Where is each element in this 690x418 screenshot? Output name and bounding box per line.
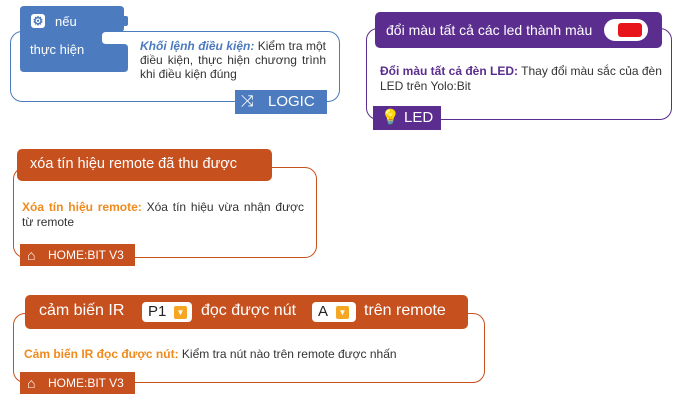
clear-remote-category-tag: ⌂ HOME:BIT V3 xyxy=(20,244,135,266)
ir-sensor-description-text: Kiểm tra nút nào trên remote được nhấn xyxy=(178,347,397,361)
ir-sensor-category-label: HOME:BIT V3 xyxy=(48,376,124,390)
led-block-label: đổi màu tất cả các led thành màu xyxy=(386,22,593,38)
led-category-label: LED xyxy=(404,109,434,126)
ir-sensor-label: cảm biến IR xyxy=(39,302,125,319)
color-swatch[interactable] xyxy=(618,23,642,37)
logic-category-tag: ⤨ LOGIC xyxy=(235,90,327,114)
led-category-tag: 💡 LED xyxy=(373,106,441,130)
port-dropdown-value: P1 xyxy=(148,303,167,320)
do-label: thực hiện xyxy=(30,42,85,57)
logic-description: Khối lệnh điều kiện: Kiểm tra một điều k… xyxy=(140,39,326,81)
chevron-down-icon[interactable]: ▼ xyxy=(174,306,187,319)
lightbulb-icon: 💡 xyxy=(381,109,400,126)
logic-category-label: LOGIC xyxy=(268,93,315,110)
ir-read-label: đọc được nút xyxy=(201,302,297,319)
clear-remote-category-label: HOME:BIT V3 xyxy=(48,248,124,262)
clear-remote-block-label: xóa tín hiệu remote đã thu được xyxy=(30,156,238,172)
chevron-down-icon[interactable]: ▼ xyxy=(336,306,349,319)
ir-remote-label: trên remote xyxy=(364,302,446,319)
home-icon: ⌂ xyxy=(27,247,36,263)
button-dropdown-value: A xyxy=(318,303,329,320)
led-description-title: Đổi màu tất cả đèn LED: xyxy=(380,64,519,78)
home-icon: ⌂ xyxy=(27,375,36,391)
clear-remote-description-title: Xóa tín hiệu remote: xyxy=(22,200,142,214)
clear-remote-description: Xóa tín hiệu remote: Xóa tín hiệu vừa nh… xyxy=(22,200,304,230)
gear-icon[interactable]: ⚙ xyxy=(31,14,45,28)
led-description: Đổi màu tất cả đèn LED: Thay đổi màu sắc… xyxy=(380,64,666,94)
logic-description-title: Khối lệnh điều kiện: xyxy=(140,39,255,53)
ir-sensor-description-title: Cảm biến IR đọc được nút: xyxy=(24,347,179,361)
ir-sensor-description: Cảm biến IR đọc được nút: Kiểm tra nút n… xyxy=(24,347,397,361)
ir-sensor-category-tag: ⌂ HOME:BIT V3 xyxy=(20,372,135,394)
shuffle-icon: ⤨ xyxy=(241,93,254,110)
if-label: nếu xyxy=(55,14,77,29)
